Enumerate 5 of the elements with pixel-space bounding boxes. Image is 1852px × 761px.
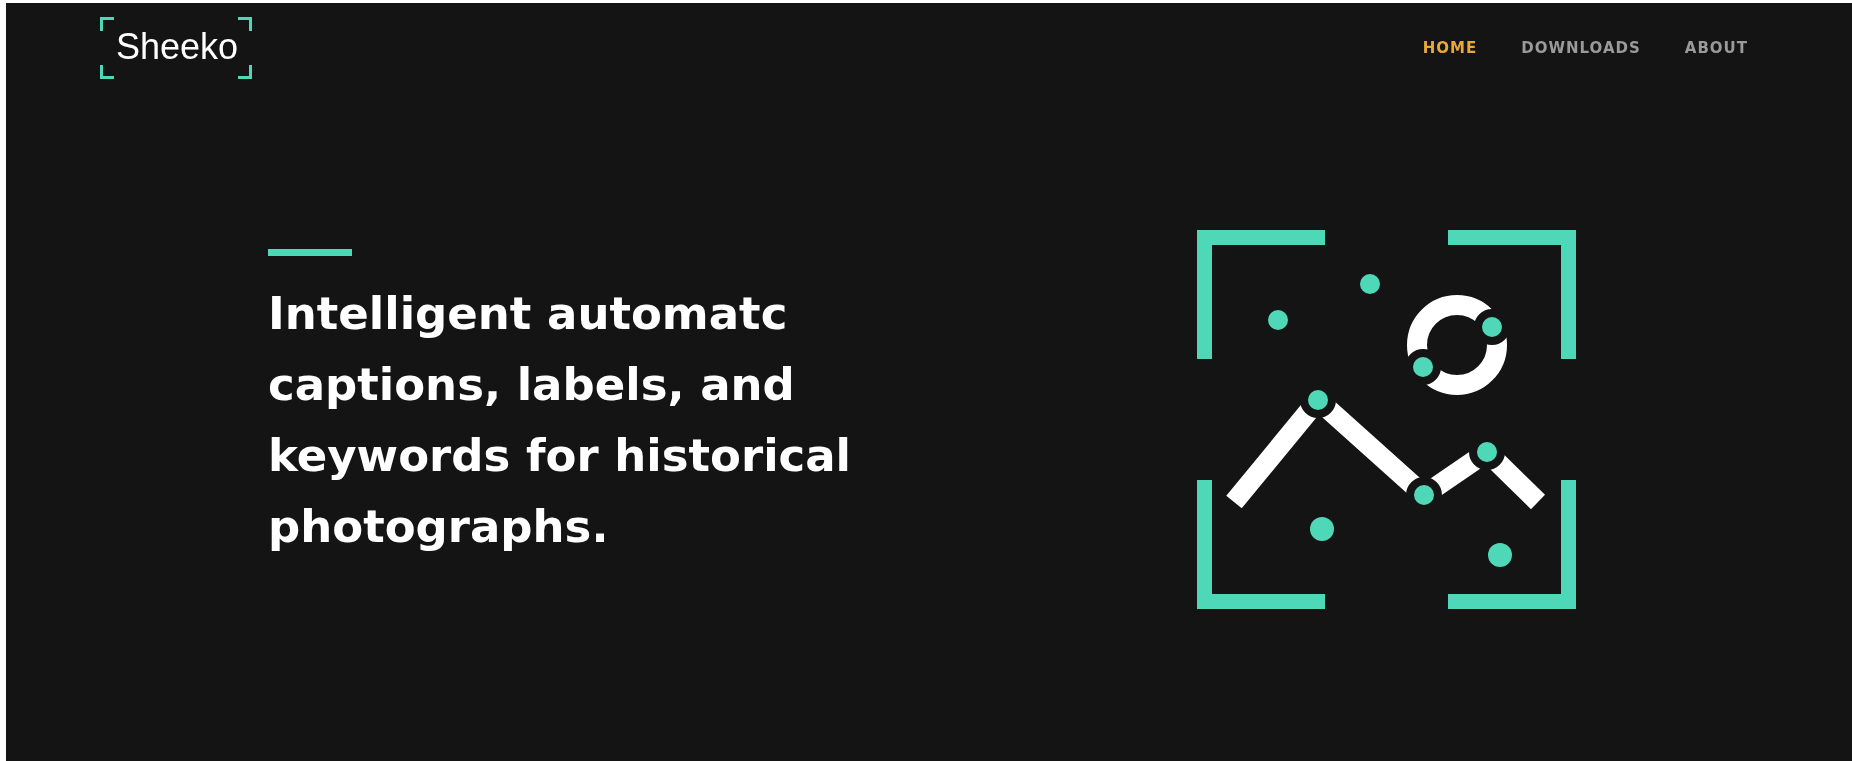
nav-link[interactable]: DOWNLOADS <box>1521 37 1641 60</box>
logo[interactable]: Sheeko <box>100 17 253 79</box>
hero-heading: Intelligent automatc captions, labels, and keywords for historical photographs. <box>268 286 853 555</box>
nav-link[interactable]: ABOUT <box>1684 37 1748 60</box>
nav-link[interactable]: HOME <box>1422 37 1478 60</box>
